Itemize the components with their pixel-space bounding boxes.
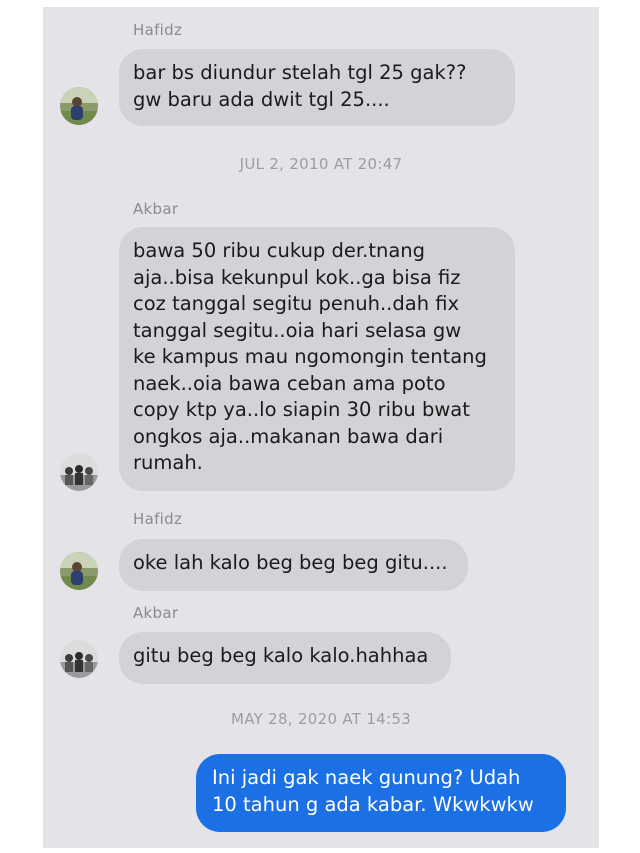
sender-name: Hafidz xyxy=(133,510,183,528)
avatar-hafidz-image xyxy=(60,552,98,590)
avatar-akbar-image xyxy=(60,453,98,491)
avatar-akbar[interactable] xyxy=(60,640,98,678)
avatar-hafidz[interactable] xyxy=(60,552,98,590)
avatar-akbar[interactable] xyxy=(60,453,98,491)
chat-screen[interactable]: Hafidz bar bs diundur stelah tgl 25 gak?… xyxy=(43,7,599,848)
message-bubble-outgoing[interactable]: Ini jadi gak naek gunung? Udah 10 tahun … xyxy=(196,754,566,832)
avatar-hafidz-image xyxy=(60,87,98,125)
message-line: gw baru ada dwit tgl 25.... xyxy=(133,87,390,111)
message-line: naek..oia bawa ceban ama poto xyxy=(133,371,446,395)
message-bubble-incoming[interactable]: bar bs diundur stelah tgl 25 gak?? gw ba… xyxy=(119,49,515,126)
message-bubble-incoming[interactable]: bawa 50 ribu cukup der.tnang aja..bisa k… xyxy=(119,227,515,491)
timestamp: JUL 2, 2010 AT 20:47 xyxy=(239,155,403,173)
timestamp: MAY 28, 2020 AT 14:53 xyxy=(230,710,412,728)
message-bubble-incoming[interactable]: oke lah kalo beg beg beg gitu.... xyxy=(119,539,468,591)
message-bubble-incoming[interactable]: gitu beg beg kalo kalo.hahhaa xyxy=(119,632,451,684)
avatar-hafidz[interactable] xyxy=(60,87,98,125)
sender-name: Akbar xyxy=(133,604,179,622)
message-line: oke lah kalo beg beg beg gitu.... xyxy=(133,551,448,574)
sender-name: Hafidz xyxy=(133,21,183,39)
message-line: rumah. xyxy=(133,451,203,474)
sender-name: Akbar xyxy=(133,200,179,218)
message-line: copy ktp ya..lo siapin 30 ribu bwat xyxy=(133,398,470,421)
message-line: ongkos aja..makanan bawa dari xyxy=(133,424,444,448)
message-line: aja..bisa kekunpul kok..ga bisa fiz xyxy=(133,265,461,289)
message-line: bawa 50 ribu cukup der.tnang xyxy=(133,239,426,262)
message-line: Ini jadi gak naek gunung? Udah xyxy=(212,766,521,789)
avatar-akbar-image xyxy=(60,640,98,678)
message-line: coz tanggal segitu penuh..dah fix xyxy=(133,292,460,315)
message-line: gitu beg beg kalo kalo.hahhaa xyxy=(133,644,429,667)
message-line: 10 tahun g ada kabar. Wkwkwkw xyxy=(212,792,534,816)
message-line: ke kampus mau ngomongin tentang xyxy=(133,345,487,368)
message-line: bar bs diundur stelah tgl 25 gak?? xyxy=(133,61,467,84)
message-line: tanggal segitu..oia hari selasa gw xyxy=(133,318,462,342)
